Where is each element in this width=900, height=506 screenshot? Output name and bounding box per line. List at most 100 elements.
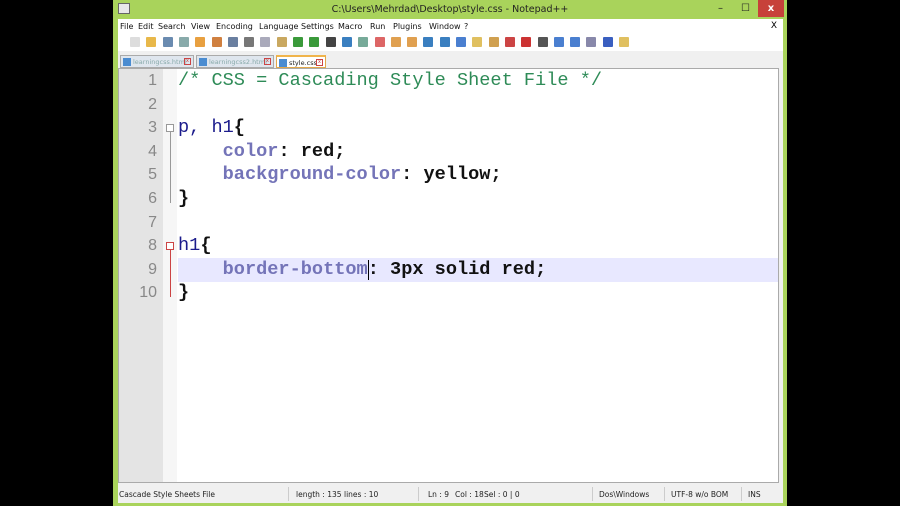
menu-plugins[interactable]: Plugins <box>393 22 422 31</box>
doc-map-icon[interactable] <box>488 37 499 47</box>
status-lines: lines : 10 <box>344 490 379 499</box>
token-punct: } <box>178 188 190 209</box>
tab-label: style.css <box>289 59 317 67</box>
redo-icon[interactable] <box>309 37 320 47</box>
save-icon[interactable] <box>162 37 173 47</box>
token-sel: h1 <box>178 235 201 257</box>
code-line[interactable]: background-color: yellow; <box>178 163 778 187</box>
toolbar <box>118 34 783 51</box>
code-line[interactable]: h1{ <box>178 234 778 258</box>
close-document-button[interactable]: X <box>771 21 777 31</box>
menu-macro[interactable]: Macro <box>338 22 362 31</box>
code-line[interactable]: /* CSS = Cascading Style Sheet File */ <box>178 69 778 93</box>
status-file-type: Cascade Style Sheets File <box>119 490 215 499</box>
cut-icon[interactable] <box>244 37 255 47</box>
record-macro-icon[interactable] <box>521 37 532 47</box>
tab-learningcss2-html[interactable]: learningcss2.html x <box>196 55 274 68</box>
code-line[interactable] <box>178 93 778 117</box>
status-mode: INS <box>748 490 761 499</box>
line-number: 10 <box>139 284 157 302</box>
replace-icon[interactable] <box>341 37 352 47</box>
status-eol: Dos\Windows <box>599 490 650 499</box>
tab-close-icon[interactable]: x <box>264 58 271 65</box>
code-line[interactable]: } <box>178 281 778 305</box>
folder-icon[interactable] <box>619 37 629 47</box>
tab-close-icon[interactable]: x <box>316 59 323 66</box>
paste-icon[interactable] <box>276 37 287 47</box>
status-bar: Cascade Style Sheets File length : 135 l… <box>118 485 783 503</box>
menu-run[interactable]: Run <box>370 22 385 31</box>
all-chars-icon[interactable] <box>439 37 450 47</box>
save-all-icon[interactable] <box>178 37 189 47</box>
menu-encoding[interactable]: Encoding <box>216 22 253 31</box>
title-bar: C:\Users\Mehrdad\Desktop\style.css - Not… <box>113 0 787 19</box>
function-list-icon[interactable] <box>504 37 515 47</box>
code-line[interactable]: border-bottom: 3px solid red; <box>178 257 778 282</box>
spell-check-icon[interactable] <box>602 37 613 47</box>
undo-icon[interactable] <box>293 37 303 47</box>
close-all-icon[interactable] <box>211 37 222 47</box>
line-number: 3 <box>148 119 157 137</box>
tab-style-css[interactable]: style.css x <box>276 55 326 68</box>
line-number: 5 <box>148 166 157 184</box>
menu-file[interactable]: File <box>120 22 133 31</box>
maximize-button[interactable]: ☐ <box>733 0 758 17</box>
menu-window[interactable]: Window <box>429 22 461 31</box>
open-icon[interactable] <box>146 37 157 47</box>
code-line[interactable]: } <box>178 187 778 211</box>
zoom-in-icon[interactable] <box>358 37 369 47</box>
code-line[interactable] <box>178 211 778 235</box>
code-line[interactable]: color: red; <box>178 140 778 164</box>
menu-search[interactable]: Search <box>158 22 185 31</box>
token-val: yellow <box>423 164 491 186</box>
menu-help[interactable]: ? <box>464 22 468 31</box>
token-prop: background-color <box>222 164 402 186</box>
menu-language[interactable]: Language <box>259 22 298 31</box>
token-prop: color <box>222 140 279 162</box>
line-number: 7 <box>148 213 157 231</box>
run-macro-multiple-icon[interactable] <box>586 37 597 47</box>
tab-close-icon[interactable]: x <box>184 58 191 65</box>
play-macro-icon[interactable] <box>553 37 564 47</box>
tab-learningcss-html[interactable]: learningcss.html x <box>120 55 194 68</box>
word-wrap-icon[interactable] <box>423 37 434 47</box>
code-editor[interactable]: 1 /* CSS = Cascading Style Sheet File */ 2… <box>118 68 779 483</box>
fold-toggle-icon[interactable] <box>166 124 174 133</box>
code-line[interactable]: p, h1{ <box>178 116 778 140</box>
status-encoding: UTF-8 w/o BOM <box>671 490 729 499</box>
token-prop: border-bottom <box>222 258 368 280</box>
new-icon[interactable] <box>130 37 140 47</box>
token-val: 3px solid red <box>390 258 536 280</box>
print-icon[interactable] <box>227 37 238 47</box>
token-punct: : <box>278 140 301 162</box>
zoom-out-icon[interactable] <box>374 37 385 47</box>
menu-view[interactable]: View <box>191 22 210 31</box>
menu-edit[interactable]: Edit <box>138 22 154 31</box>
udl-icon[interactable] <box>472 37 483 47</box>
token-comment: /* CSS = Cascading Style Sheet File */ <box>178 70 603 91</box>
sync-v-icon[interactable] <box>390 37 401 47</box>
copy-icon[interactable] <box>260 37 271 47</box>
stop-macro-icon[interactable] <box>537 37 548 47</box>
close-button[interactable]: x <box>758 0 784 17</box>
menu-bar: X File Edit Search View Encoding Language Sett… <box>118 19 783 34</box>
token-punct: { <box>233 117 245 139</box>
indent-guide-icon[interactable] <box>456 37 466 47</box>
file-icon <box>279 59 287 67</box>
save-macro-icon[interactable] <box>570 37 581 47</box>
token-punct: ; <box>334 140 346 162</box>
line-number: 8 <box>148 237 157 255</box>
menu-settings[interactable]: Settings <box>301 22 334 31</box>
close-icon[interactable] <box>195 37 206 47</box>
sync-h-icon[interactable] <box>407 37 418 47</box>
status-col: Col : 18 <box>455 490 484 499</box>
find-icon[interactable] <box>325 37 336 47</box>
fold-toggle-icon[interactable] <box>166 242 174 251</box>
line-number: 6 <box>148 190 157 207</box>
minimize-button[interactable]: – <box>708 0 733 17</box>
token-punct: ; <box>490 164 502 186</box>
token-punct: ; <box>535 258 547 280</box>
